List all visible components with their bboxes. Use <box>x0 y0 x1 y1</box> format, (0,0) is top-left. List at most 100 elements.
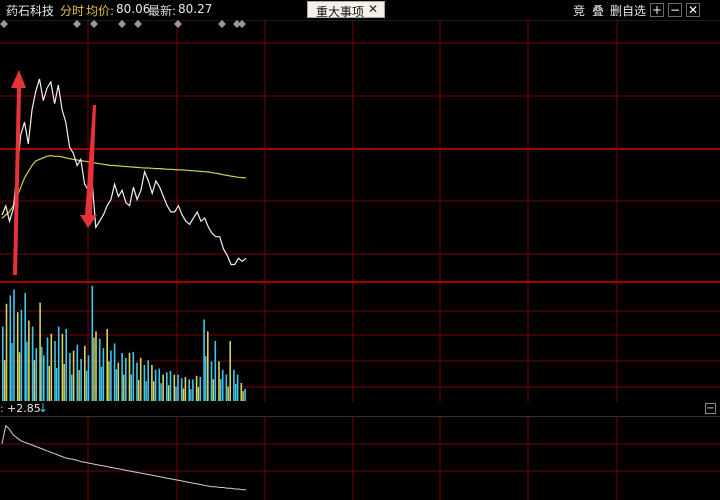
volume-bar <box>46 337 49 401</box>
volume-bar <box>242 391 244 401</box>
chart-header: 药石科技 分时 均价: 80.06 最新: 80.27 重大事项 ✕ 竞 叠 删… <box>0 0 720 20</box>
volume-bar <box>192 379 194 401</box>
volume-bar <box>123 374 125 401</box>
volume-bar <box>207 331 209 401</box>
event-marker-icon <box>174 20 182 28</box>
volume-bar <box>197 387 200 401</box>
volume-bar <box>182 388 185 401</box>
volume-bar <box>236 374 239 401</box>
volume-bar <box>139 357 142 401</box>
volume-bar <box>108 361 110 401</box>
volume-bar <box>220 379 222 401</box>
volume-bar <box>162 374 164 401</box>
volume-bar <box>48 366 50 401</box>
volume-bar <box>91 285 94 401</box>
volume-bar <box>100 366 103 401</box>
volume-bar <box>169 371 172 401</box>
close-icon[interactable]: ✕ <box>368 2 378 16</box>
volume-bar <box>117 362 120 401</box>
overlay-button[interactable]: 叠 <box>592 2 604 19</box>
volume-bar <box>173 374 176 401</box>
volume-bar <box>39 302 41 401</box>
indicator-value: +2.85 <box>7 402 41 415</box>
volume-bar <box>151 365 153 401</box>
volume-bar <box>106 329 108 401</box>
volume-bar <box>195 375 198 401</box>
volume-bar <box>190 389 192 401</box>
volume-bar <box>20 309 23 401</box>
volume-bar <box>69 353 71 401</box>
volume-bar <box>113 343 116 401</box>
intraday-chart[interactable] <box>0 20 720 402</box>
volume-bar <box>87 355 90 401</box>
volume-bar <box>5 303 8 401</box>
volume-bar <box>227 386 229 401</box>
down-arrow-icon: ↓ <box>38 401 49 415</box>
volume-bar <box>167 385 170 401</box>
volume-bar <box>154 369 157 401</box>
volume-bar <box>218 361 220 401</box>
volume-bar <box>80 359 82 401</box>
volume-bar <box>125 357 127 401</box>
stock-name[interactable]: 药石科技 <box>6 2 54 19</box>
timeshare-mode-label[interactable]: 分时 <box>60 2 84 19</box>
volume-bar <box>56 368 58 401</box>
volume-bar <box>175 386 177 401</box>
volume-bar <box>43 355 45 401</box>
event-marker-icon <box>134 20 142 28</box>
volume-bar <box>221 369 224 401</box>
volume-bar <box>35 348 38 401</box>
event-marker-icon <box>238 20 246 28</box>
volume-bar <box>16 312 19 401</box>
volume-bar <box>121 353 123 401</box>
volume-bar <box>132 351 135 401</box>
volume-bar <box>28 320 30 401</box>
volume-bar <box>102 348 105 401</box>
volume-bar <box>160 383 162 401</box>
bid-button[interactable]: 竞 <box>573 2 585 19</box>
minus-icon[interactable]: − <box>668 3 682 17</box>
volume-bar <box>95 331 97 401</box>
volume-bar <box>72 350 75 401</box>
remove-watchlist-button[interactable]: 删自选 <box>610 2 646 19</box>
major-events-tab[interactable]: 重大事项 ✕ <box>307 1 385 19</box>
plus-icon[interactable]: + <box>650 3 664 17</box>
volume-bar <box>188 379 190 401</box>
volume-bar <box>13 289 15 401</box>
volume-bar <box>153 381 155 401</box>
volume-bars <box>2 285 246 401</box>
volume-bar <box>85 370 88 401</box>
volume-bar <box>233 369 235 401</box>
indicator-chart[interactable] <box>0 416 720 500</box>
latest-price-label: 最新: <box>148 4 177 18</box>
volume-bar <box>57 326 60 401</box>
volume-bar <box>210 361 213 401</box>
event-markers <box>0 20 246 28</box>
volume-bar <box>33 360 36 401</box>
collapse-icon[interactable]: − <box>705 403 716 414</box>
volume-bar <box>145 381 147 401</box>
volume-bar <box>205 356 207 401</box>
event-marker-icon <box>73 20 81 28</box>
volume-bar <box>84 345 86 401</box>
up-arrow-icon <box>11 70 26 275</box>
volume-bar <box>76 344 79 401</box>
volume-bar <box>71 374 73 401</box>
volume-bar <box>11 342 13 401</box>
volume-bar <box>177 374 179 401</box>
volume-bar <box>9 295 12 401</box>
volume-bar <box>143 365 146 401</box>
volume-bar <box>199 377 202 401</box>
volume-bar <box>136 362 138 401</box>
event-marker-icon <box>90 20 98 28</box>
avg-price-value: 80.06 <box>116 2 151 16</box>
volume-bar <box>18 352 21 401</box>
volume-bar <box>180 378 183 401</box>
volume-bar <box>3 360 6 401</box>
avg-price-line <box>1 154 247 219</box>
volume-bar <box>26 341 28 401</box>
volume-bar <box>78 370 80 401</box>
zoom-out-icon[interactable]: ✕ <box>686 3 700 17</box>
volume-bar <box>115 369 118 401</box>
volume-bar <box>110 350 112 401</box>
